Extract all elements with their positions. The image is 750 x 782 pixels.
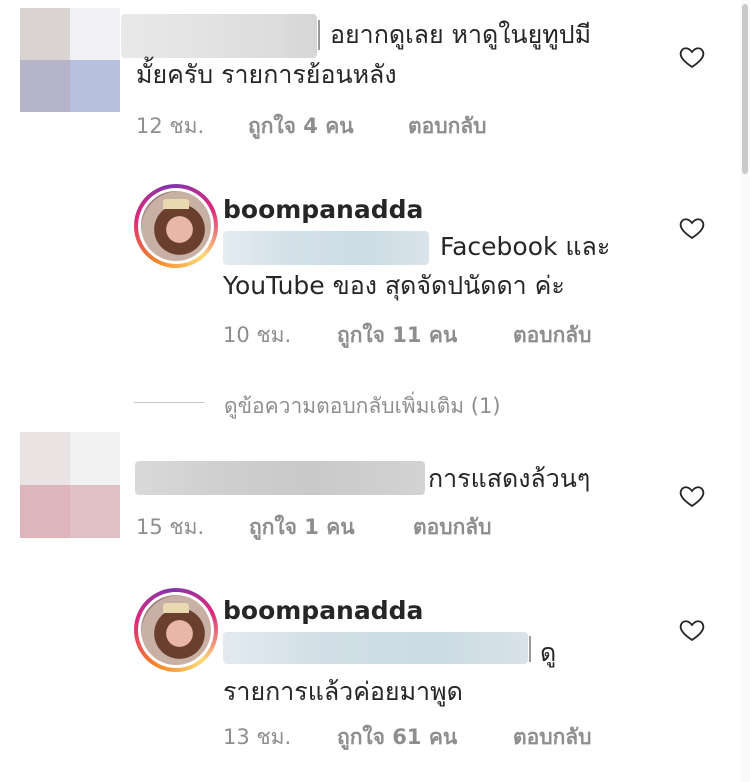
comment-text: Facebook และ xyxy=(440,232,611,261)
reply-button[interactable]: ตอบกลับ xyxy=(513,721,592,754)
comment-text: ดู xyxy=(540,638,557,667)
comment-meta: 13 ชม. ถูกใจ 61 คน ตอบกลับ xyxy=(223,721,592,754)
redacted-mention xyxy=(121,14,317,58)
scrollbar-thumb[interactable] xyxy=(742,4,748,174)
likes-count-link[interactable]: ถูกใจ 11 คน xyxy=(337,319,513,352)
heart-outline-icon[interactable] xyxy=(678,214,706,242)
redacted-mention xyxy=(223,632,528,664)
cursor-bar xyxy=(318,20,320,50)
comment-text: การแสดงล้วนๆ xyxy=(428,464,591,493)
view-more-replies-button[interactable]: ดูข้อความตอบกลับเพิ่มเติม (1) xyxy=(224,390,501,423)
heart-outline-icon[interactable] xyxy=(678,616,706,644)
comment-time: 12 ชม. xyxy=(136,114,205,138)
comment-text: รายการแล้วค่อยมาพูด xyxy=(223,677,463,706)
comment-meta: 15 ชม. ถูกใจ 1 คน ตอบกลับ xyxy=(136,511,492,544)
comment-text: YouTube ของ สุดจัดปนัดดา ค่ะ xyxy=(223,271,565,300)
comment-time: 10 ชม. xyxy=(223,323,292,347)
avatar[interactable] xyxy=(134,588,218,672)
comment-text: มั้ยครับ รายการย้อนหลัง xyxy=(136,60,397,89)
reply-button[interactable]: ตอบกลับ xyxy=(513,319,592,352)
heart-outline-icon[interactable] xyxy=(678,43,706,71)
comment-text: อยากดูเลย หาดูในยูทูปมี xyxy=(330,20,592,49)
username-link[interactable]: boompanadda xyxy=(223,596,423,625)
comment-time: 15 ชม. xyxy=(136,515,205,539)
cursor-bar xyxy=(529,636,531,662)
comment-time: 13 ชม. xyxy=(223,725,292,749)
redacted-mention xyxy=(135,461,425,495)
likes-count-link[interactable]: ถูกใจ 4 คน xyxy=(248,110,408,143)
heart-outline-icon[interactable] xyxy=(678,482,706,510)
avatar[interactable] xyxy=(20,8,120,112)
username-link[interactable]: boompanadda xyxy=(223,195,423,224)
reply-button[interactable]: ตอบกลับ xyxy=(413,511,492,544)
scrollbar[interactable] xyxy=(740,0,750,782)
comment-meta: 12 ชม. ถูกใจ 4 คน ตอบกลับ xyxy=(136,110,487,143)
redacted-mention xyxy=(223,231,429,265)
replies-divider xyxy=(134,402,204,403)
avatar[interactable] xyxy=(20,432,120,538)
comment-meta: 10 ชม. ถูกใจ 11 คน ตอบกลับ xyxy=(223,319,592,352)
likes-count-link[interactable]: ถูกใจ 1 คน xyxy=(249,511,413,544)
reply-button[interactable]: ตอบกลับ xyxy=(408,110,487,143)
avatar[interactable] xyxy=(134,184,218,268)
likes-count-link[interactable]: ถูกใจ 61 คน xyxy=(337,721,513,754)
